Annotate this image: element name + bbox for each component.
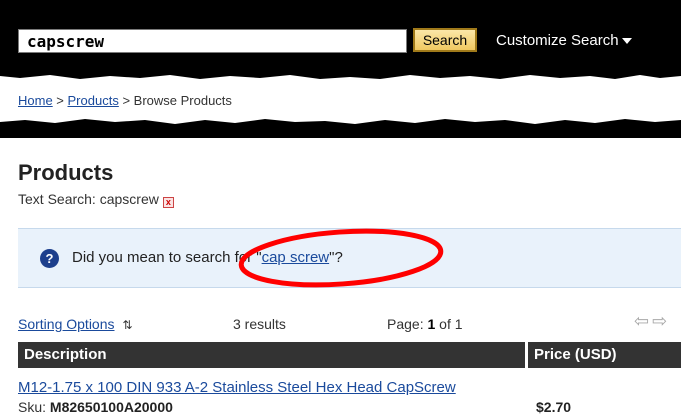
customize-search-label: Customize Search: [496, 32, 619, 49]
sort-icon: ⇅: [122, 318, 133, 332]
pagination-arrows: ⇦ ⇨: [634, 311, 670, 332]
results-count: 3 results: [233, 316, 286, 332]
column-header-price[interactable]: Price (USD): [528, 342, 681, 368]
suggestion-link[interactable]: cap screw: [262, 249, 330, 266]
breadcrumb: Home > Products > Browse Products: [18, 93, 232, 108]
customize-search-menu[interactable]: Customize Search: [496, 32, 632, 49]
sorting-options-link[interactable]: Sorting Options ⇅: [18, 316, 132, 332]
help-icon: ?: [40, 249, 59, 268]
breadcrumb-home[interactable]: Home: [18, 93, 53, 108]
search-button[interactable]: Search: [413, 28, 477, 52]
sorting-options-label: Sorting Options: [18, 316, 115, 332]
breadcrumb-products[interactable]: Products: [68, 93, 119, 108]
text-search-filter: Text Search: capscrew x: [18, 191, 174, 208]
torn-edge-top: [0, 62, 681, 79]
page-indicator: Page: 1 of 1: [387, 316, 463, 332]
sku-label: Sku:: [18, 399, 50, 415]
breadcrumb-separator: >: [118, 93, 134, 108]
torn-edge-bottom: [0, 119, 681, 138]
page-prefix: Page:: [387, 316, 428, 332]
suggestion-prefix: Did you mean to search for ": [72, 249, 262, 266]
arrow-left-icon[interactable]: ⇦: [634, 311, 649, 332]
page-suffix: of 1: [435, 316, 463, 332]
product-link[interactable]: M12-1.75 x 100 DIN 933 A-2 Stainless Ste…: [18, 379, 456, 396]
column-header-description[interactable]: Description: [18, 342, 525, 368]
breadcrumb-current: Browse Products: [133, 93, 232, 108]
search-input[interactable]: [18, 29, 407, 53]
chevron-down-icon: [621, 38, 632, 45]
close-icon[interactable]: x: [162, 197, 174, 208]
product-price: $2.70: [536, 399, 572, 415]
suggestion-text: Did you mean to search for "cap screw"?: [72, 249, 343, 266]
breadcrumb-separator: >: [52, 93, 68, 108]
page-title: Products: [18, 160, 114, 185]
text-search-label: Text Search: capscrew: [18, 191, 159, 207]
sku-value: M82650100A20000: [49, 399, 173, 415]
suggestion-suffix: "?: [329, 249, 343, 266]
product-sku: Sku: M82650100A20000: [18, 399, 173, 415]
spelling-suggestion-box: ? Did you mean to search for "cap screw"…: [18, 228, 681, 288]
arrow-right-icon[interactable]: ⇨: [652, 311, 667, 332]
